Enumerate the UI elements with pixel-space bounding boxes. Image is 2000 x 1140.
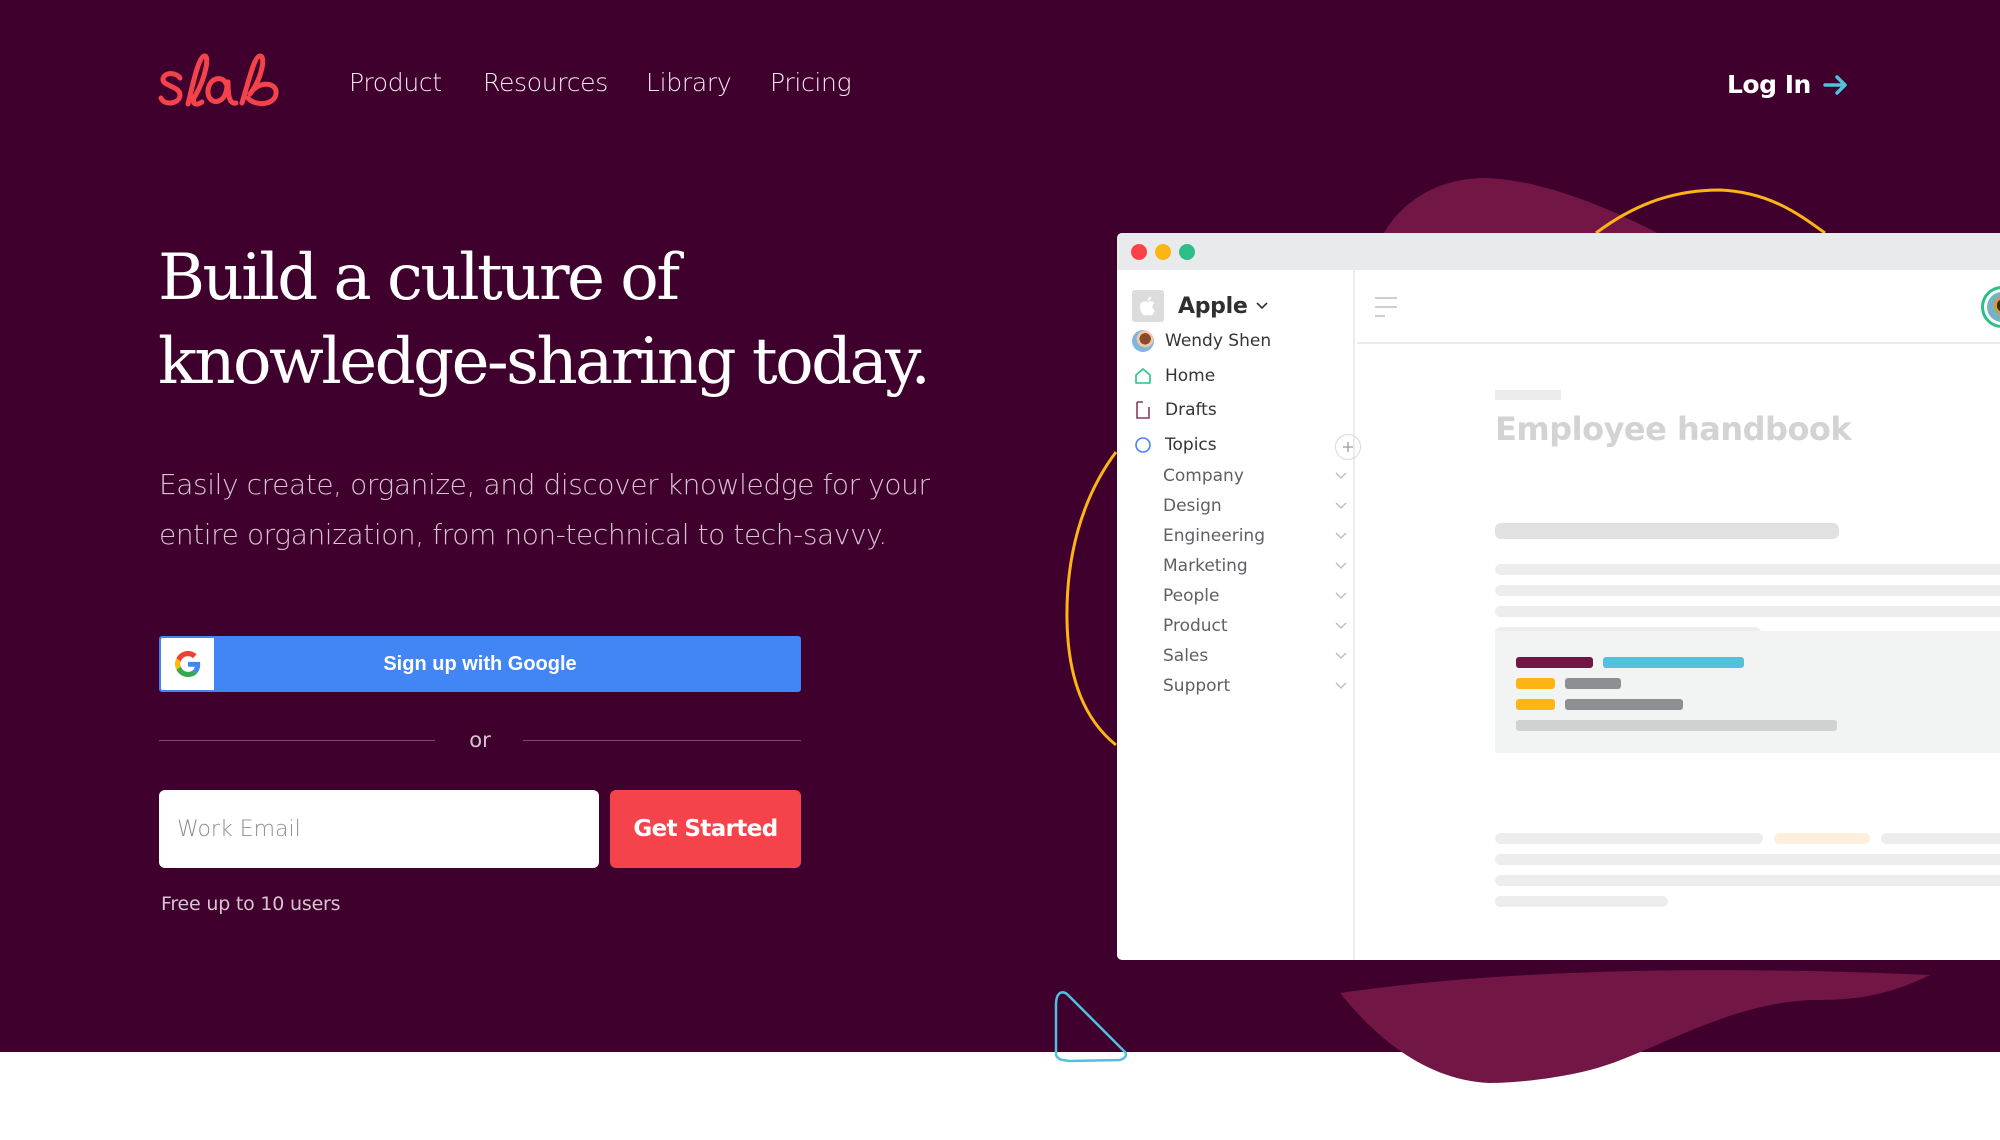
window-minimize-dot: [1155, 244, 1171, 260]
chevron-down-icon: [1335, 652, 1347, 659]
topic-label: Company: [1163, 466, 1244, 486]
window-maximize-dot: [1179, 244, 1195, 260]
sidebar-item-drafts[interactable]: Drafts: [1132, 399, 1217, 421]
doc-subtitle-placeholder: [1495, 523, 1839, 539]
topic-marketing[interactable]: Marketing: [1163, 556, 1347, 576]
topic-support[interactable]: Support: [1163, 676, 1347, 696]
topic-label: Design: [1163, 496, 1222, 516]
topic-sales[interactable]: Sales: [1163, 646, 1347, 666]
sidebar-item-label: Topics: [1165, 435, 1217, 455]
text-line-placeholder: [1495, 896, 1668, 907]
get-started-button[interactable]: Get Started: [610, 790, 801, 868]
text-line-placeholder: [1495, 585, 2000, 596]
app-sidebar: Apple Wendy Shen Home Drafts Topics Comp…: [1117, 270, 1361, 960]
topic-label: Support: [1163, 676, 1231, 696]
topic-label: People: [1163, 586, 1220, 606]
topic-label: Marketing: [1163, 556, 1248, 576]
hero-headline: Build a culture of knowledge-sharing tod…: [158, 236, 1058, 404]
code-token: [1565, 699, 1683, 710]
window-titlebar: [1117, 233, 2000, 270]
chevron-down-icon: [1335, 682, 1347, 689]
subtitle-line-2: entire organization, from non-technical …: [159, 518, 887, 551]
subtitle-line-1: Easily create, organize, and discover kn…: [159, 468, 930, 501]
topic-engineering[interactable]: Engineering: [1163, 526, 1347, 546]
topic-label: Engineering: [1163, 526, 1265, 546]
nav-link-library[interactable]: Library: [646, 68, 732, 97]
google-signup-button[interactable]: Sign up with Google: [159, 636, 801, 692]
sidebar-item-topics[interactable]: Topics: [1132, 434, 1362, 460]
code-token: [1516, 720, 1837, 731]
plus-icon: [1343, 442, 1353, 452]
chevron-down-icon: [1255, 302, 1268, 310]
apple-logo-icon: [1132, 290, 1164, 322]
topic-design[interactable]: Design: [1163, 496, 1347, 516]
slab-logo[interactable]: [158, 48, 284, 110]
code-token: [1516, 699, 1555, 710]
headline-line-2: knowledge-sharing today.: [158, 325, 931, 399]
sidebar-item-home[interactable]: Home: [1132, 365, 1215, 387]
home-icon: [1132, 365, 1154, 387]
code-block-placeholder: [1495, 631, 2000, 753]
divider-line-right: [523, 740, 801, 741]
login-link[interactable]: Log In: [1727, 70, 1849, 99]
text-line-placeholder: [1495, 854, 2000, 865]
chevron-down-icon: [1335, 472, 1347, 479]
headline-line-1: Build a culture of: [158, 241, 680, 315]
topic-product[interactable]: Product: [1163, 616, 1347, 636]
code-token: [1565, 678, 1621, 689]
nav-link-product[interactable]: Product: [349, 68, 442, 97]
text-line-placeholder: [1881, 833, 2000, 844]
menu-icon[interactable]: [1375, 296, 1397, 318]
chevron-down-icon: [1335, 502, 1347, 509]
google-g-icon: [174, 651, 200, 677]
user-name: Wendy Shen: [1165, 331, 1272, 351]
app-main-header: [1357, 270, 2000, 344]
app-main-pane: Employee handbook: [1357, 270, 2000, 960]
topic-label: Sales: [1163, 646, 1209, 666]
code-token: [1603, 657, 1744, 668]
pricing-footnote: Free up to 10 users: [161, 893, 341, 915]
nav-link-pricing[interactable]: Pricing: [770, 68, 852, 97]
work-email-input[interactable]: [159, 790, 599, 868]
hero-subtitle: Easily create, organize, and discover kn…: [159, 460, 979, 560]
text-line-placeholder: [1495, 564, 2000, 575]
app-window-mockup: Apple Wendy Shen Home Drafts Topics Comp…: [1117, 233, 2000, 960]
text-line-placeholder: [1495, 833, 1763, 844]
topic-people[interactable]: People: [1163, 586, 1347, 606]
code-token: [1516, 678, 1555, 689]
text-line-placeholder: [1495, 875, 2000, 886]
arrow-right-icon: [1823, 74, 1847, 95]
chevron-down-icon: [1335, 532, 1347, 539]
text-line-placeholder: [1495, 606, 2000, 617]
code-token: [1516, 657, 1593, 668]
google-signup-label: Sign up with Google: [383, 652, 577, 675]
user-avatar-icon[interactable]: [1981, 286, 2000, 328]
doc-breadcrumb-placeholder: [1495, 390, 1561, 400]
user-avatar: [1132, 330, 1154, 352]
chevron-down-icon: [1335, 562, 1347, 569]
highlighted-text-placeholder: [1774, 833, 1870, 844]
topic-company[interactable]: Company: [1163, 466, 1347, 486]
topics-icon: [1132, 434, 1154, 456]
topic-label: Product: [1163, 616, 1228, 636]
org-switcher[interactable]: Apple: [1132, 290, 1268, 322]
google-logo-box: [161, 638, 214, 690]
sidebar-item-user[interactable]: Wendy Shen: [1132, 330, 1271, 352]
login-label: Log In: [1727, 70, 1811, 99]
chevron-down-icon: [1335, 622, 1347, 629]
window-close-dot: [1131, 244, 1147, 260]
org-name: Apple: [1178, 293, 1248, 319]
nav-link-resources[interactable]: Resources: [483, 68, 608, 97]
drafts-icon: [1132, 399, 1154, 421]
or-divider: or: [159, 725, 801, 755]
doc-title: Employee handbook: [1495, 410, 1852, 448]
sidebar-item-label: Drafts: [1165, 400, 1217, 420]
chevron-down-icon: [1335, 592, 1347, 599]
sidebar-item-label: Home: [1165, 366, 1216, 386]
